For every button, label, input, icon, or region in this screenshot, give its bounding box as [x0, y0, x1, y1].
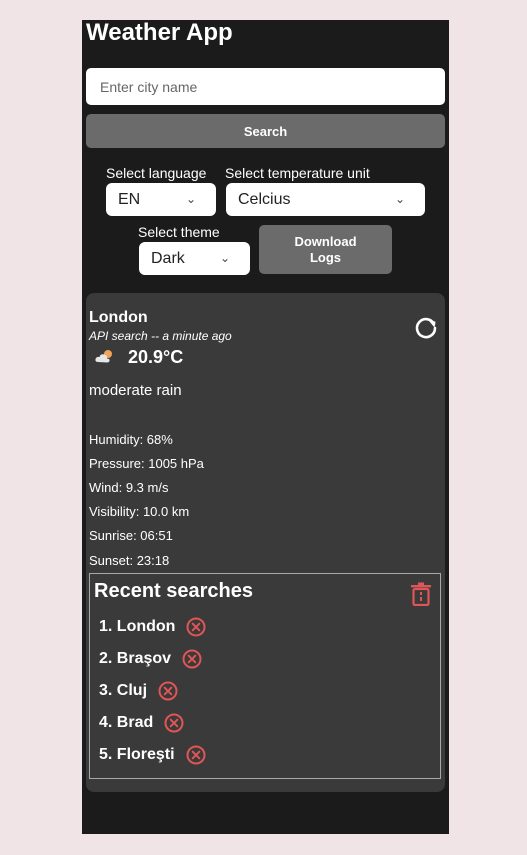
recent-searches-title: Recent searches [94, 580, 253, 602]
remove-icon[interactable] [158, 681, 178, 701]
weather-card: London API search -- a minute ago 20.9°C… [86, 293, 445, 792]
unit-value: Celcius [238, 191, 291, 208]
unit-select[interactable]: Celcius ⌄ [226, 183, 425, 216]
temperature: 20.9°C [128, 347, 184, 367]
language-select[interactable]: EN ⌄ [106, 183, 216, 216]
recent-search-item[interactable]: 3. Cluj [99, 681, 178, 701]
city-search-input[interactable] [86, 68, 445, 105]
chevron-down-icon: ⌄ [394, 192, 405, 206]
theme-select[interactable]: Dark ⌄ [139, 242, 250, 275]
pressure: Pressure: 1005 hPa [89, 456, 204, 471]
recent-searches-panel: Recent searches 1. London 2. Braşov 3. C… [89, 573, 441, 779]
remove-icon[interactable] [164, 713, 184, 733]
sunset: Sunset: 23:18 [89, 553, 170, 568]
search-source-timestamp: API search -- a minute ago [89, 329, 232, 343]
remove-icon[interactable] [186, 617, 206, 637]
language-value: EN [118, 191, 141, 208]
recent-search-label[interactable]: 1. London [99, 618, 175, 636]
trash-icon[interactable] [410, 582, 432, 606]
recent-search-item[interactable]: 1. London [99, 617, 206, 637]
recent-search-label[interactable]: 3. Cluj [99, 682, 147, 700]
remove-icon[interactable] [182, 649, 202, 669]
language-label: Select language [106, 165, 207, 181]
recent-search-label[interactable]: 5. Floreşti [99, 746, 175, 764]
unit-label: Select temperature unit [225, 165, 370, 181]
recent-search-item[interactable]: 4. Brad [99, 713, 184, 733]
theme-value: Dark [151, 250, 185, 267]
recent-search-label[interactable]: 2. Braşov [99, 650, 171, 668]
app-container: Weather App Search Select language EN ⌄ … [82, 20, 449, 834]
city-name: London [89, 309, 148, 326]
download-logs-button[interactable]: Download Logs [259, 225, 392, 274]
wind: Wind: 9.3 m/s [89, 480, 169, 495]
visibility: Visibility: 10.0 km [89, 504, 190, 519]
refresh-icon[interactable] [413, 315, 439, 341]
recent-search-item[interactable]: 2. Braşov [99, 649, 202, 669]
rain-cloud-icon [95, 350, 112, 363]
chevron-down-icon: ⌄ [185, 192, 196, 206]
recent-search-item[interactable]: 5. Floreşti [99, 745, 206, 765]
weather-description: moderate rain [89, 382, 182, 399]
chevron-down-icon: ⌄ [219, 251, 230, 265]
humidity: Humidity: 68% [89, 432, 173, 447]
recent-search-label[interactable]: 4. Brad [99, 714, 153, 732]
download-logs-label-line2: Logs [309, 249, 342, 265]
remove-icon[interactable] [186, 745, 206, 765]
download-logs-label-line1: Download [294, 233, 357, 249]
search-button[interactable]: Search [86, 114, 445, 148]
theme-label: Select theme [138, 224, 220, 240]
sunrise: Sunrise: 06:51 [89, 528, 173, 543]
app-title: Weather App [86, 19, 233, 46]
